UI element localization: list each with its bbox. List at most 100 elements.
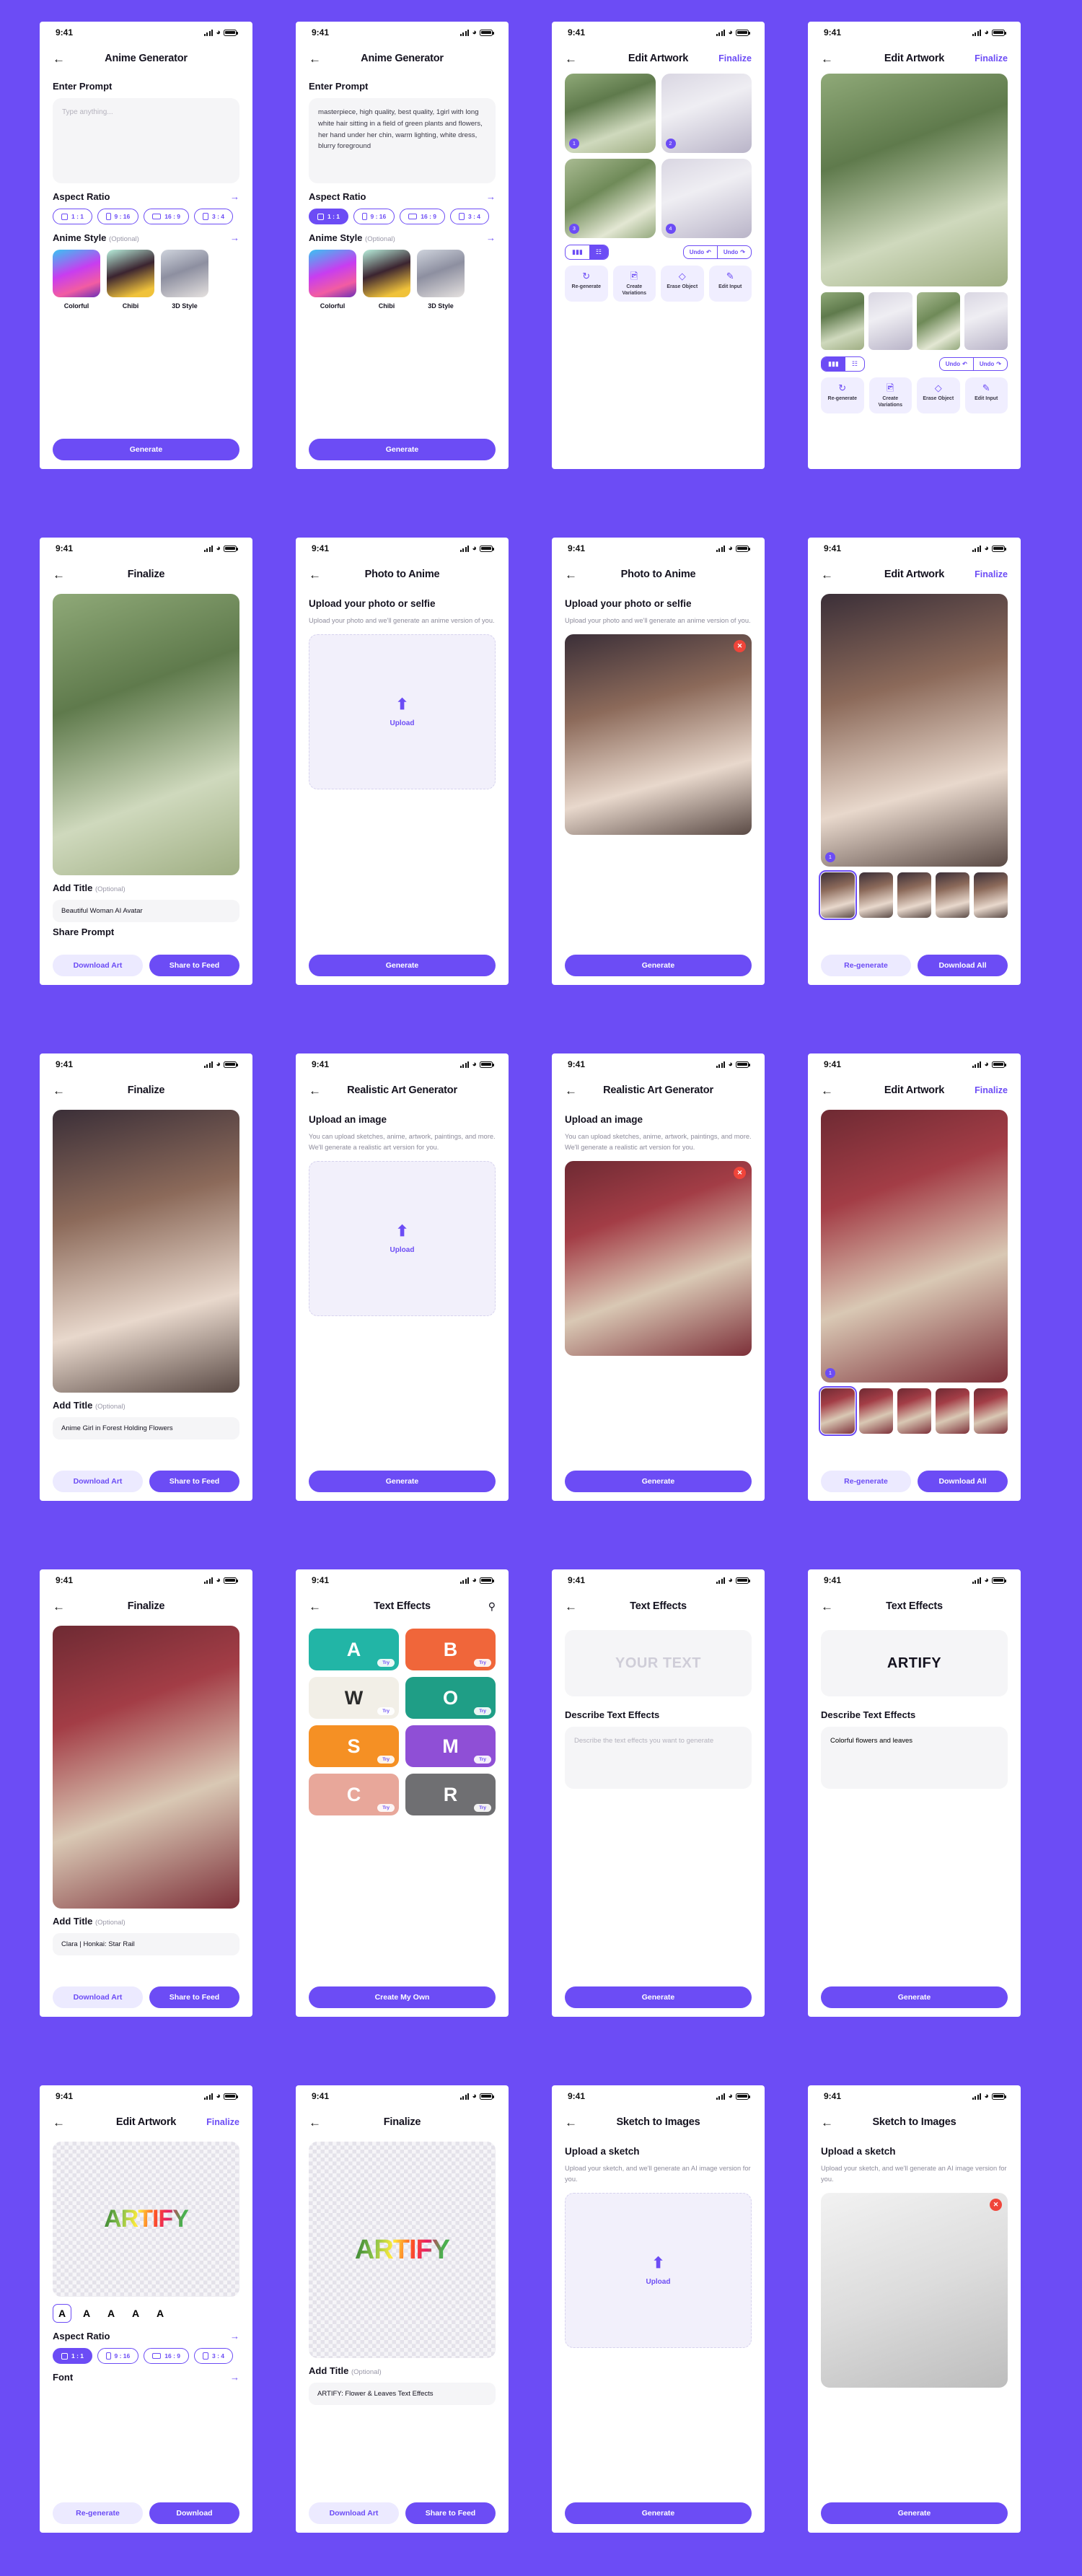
generate-button[interactable]: Generate [565, 955, 752, 976]
create-my-own-button[interactable]: Create My Own [309, 1986, 496, 2008]
finalize-button[interactable]: Finalize [975, 53, 1008, 63]
back-icon[interactable]: ← [821, 53, 833, 65]
try-button[interactable]: Try [377, 1804, 395, 1812]
tool-edit-input[interactable]: ✎ Edit Input [708, 266, 752, 302]
redo-button[interactable]: Undo ↷ [972, 358, 1007, 371]
share-to-feed-button[interactable]: Share to Feed [149, 1986, 239, 2008]
back-icon[interactable]: ← [309, 53, 321, 65]
artwork-preview[interactable] [53, 594, 239, 875]
uploaded-image[interactable]: ✕ [565, 1160, 752, 1356]
describe-input[interactable]: Colorful flowers and leaves [821, 1727, 1008, 1789]
undo-button[interactable]: Undo ↶ [940, 358, 973, 370]
close-icon[interactable]: ✕ [734, 639, 746, 652]
thumb[interactable] [821, 292, 865, 351]
chevron-right-icon[interactable]: → [486, 191, 496, 202]
artwork-preview[interactable] [821, 74, 1008, 286]
close-icon[interactable]: ✕ [990, 2198, 1002, 2211]
thumb[interactable] [859, 1388, 893, 1434]
style-card[interactable]: 3D Style [417, 250, 465, 310]
artwork-tile[interactable]: 1 [565, 74, 656, 153]
text-artwork-preview[interactable]: ARTIFY [309, 2142, 496, 2358]
aspect-chip[interactable]: 3 : 4 [194, 2348, 234, 2364]
effect-card[interactable]: M Try [405, 1725, 496, 1767]
aspect-chip[interactable]: 9 : 16 [97, 2348, 139, 2364]
generate-button[interactable]: Generate [565, 1471, 752, 1492]
finalize-button[interactable]: Finalize [975, 569, 1008, 579]
view-mode-toggle[interactable]: ▮▮▮ ☷ [565, 245, 609, 260]
artwork-tile[interactable]: 2 [661, 74, 752, 153]
upload-dropzone[interactable]: ⬆ Upload [565, 2192, 752, 2348]
tool-erase-object[interactable]: ◇ Erase Object [661, 266, 704, 302]
aspect-chip[interactable]: 9 : 16 [97, 209, 139, 224]
effect-card[interactable]: O Try [405, 1677, 496, 1719]
try-button[interactable]: Try [377, 1659, 395, 1667]
try-button[interactable]: Try [474, 1804, 491, 1812]
chevron-right-icon[interactable]: → [230, 191, 239, 202]
style-card[interactable]: Chibi [107, 250, 154, 310]
generate-button[interactable]: Generate [53, 439, 239, 460]
style-card[interactable]: Colorful [53, 250, 100, 310]
try-button[interactable]: Try [474, 1707, 491, 1715]
back-icon[interactable]: ← [821, 1085, 833, 1097]
share-to-feed-button[interactable]: Share to Feed [149, 955, 239, 976]
download-art-button[interactable]: Download Art [53, 955, 143, 976]
back-icon[interactable]: ← [53, 53, 65, 65]
download-art-button[interactable]: Download Art [309, 2502, 399, 2524]
back-icon[interactable]: ← [53, 1600, 65, 1613]
try-button[interactable]: Try [377, 1707, 395, 1715]
effect-card[interactable]: S Try [309, 1725, 399, 1767]
uploaded-sketch[interactable]: ✕ [821, 2192, 1008, 2388]
tool-erase-object[interactable]: ◇ Erase Object [917, 377, 960, 413]
close-icon[interactable]: ✕ [734, 1166, 746, 1179]
font-chip[interactable]: A [102, 2304, 120, 2323]
tool-regenerate[interactable]: ↻ Re-generate [565, 266, 608, 302]
search-icon[interactable]: ⚲ [488, 1600, 496, 1613]
aspect-chip-selected[interactable]: 1 : 1 [309, 209, 349, 224]
try-button[interactable]: Try [474, 1659, 491, 1667]
artwork-preview[interactable] [53, 1110, 239, 1393]
thumb[interactable] [974, 1388, 1008, 1434]
chevron-right-icon[interactable]: → [230, 232, 239, 243]
aspect-chip[interactable]: 16 : 9 [400, 209, 446, 224]
back-icon[interactable]: ← [565, 1085, 577, 1097]
single-view-icon[interactable]: ▮▮▮ [566, 245, 589, 259]
back-icon[interactable]: ← [821, 2116, 833, 2129]
generate-button[interactable]: Generate [309, 955, 496, 976]
try-button[interactable]: Try [377, 1756, 395, 1764]
upload-dropzone[interactable]: ⬆ Upload [309, 634, 496, 789]
uploaded-photo[interactable]: ✕ [565, 634, 752, 835]
aspect-chip[interactable]: 3 : 4 [194, 209, 234, 224]
re-generate-button[interactable]: Re-generate [53, 2502, 143, 2524]
thumb[interactable] [916, 292, 960, 351]
aspect-chip[interactable]: 3 : 4 [450, 209, 490, 224]
thumb[interactable] [974, 872, 1008, 918]
title-input[interactable]: ARTIFY: Flower & Leaves Text Effects [309, 2383, 496, 2405]
style-card[interactable]: Chibi [363, 250, 410, 310]
finalize-button[interactable]: Finalize [206, 2117, 239, 2127]
aspect-chip[interactable]: 16 : 9 [144, 209, 190, 224]
thumb[interactable] [897, 872, 931, 918]
re-generate-button[interactable]: Re-generate [821, 1471, 911, 1492]
back-icon[interactable]: ← [565, 569, 577, 581]
download-all-button[interactable]: Download All [918, 1471, 1008, 1492]
aspect-chip[interactable]: 9 : 16 [353, 209, 395, 224]
download-art-button[interactable]: Download Art [53, 1471, 143, 1492]
style-card[interactable]: 3D Style [161, 250, 208, 310]
tool-regenerate[interactable]: ↻ Re-generate [821, 377, 864, 413]
effect-card[interactable]: B Try [405, 1629, 496, 1670]
font-chip-selected[interactable]: A [53, 2304, 71, 2323]
back-icon[interactable]: ← [309, 1600, 321, 1613]
artwork-tile[interactable]: 4 [661, 159, 752, 238]
thumb-selected[interactable] [819, 1386, 857, 1436]
thumb[interactable] [897, 1388, 931, 1434]
grid-view-icon[interactable]: ☷ [589, 245, 608, 259]
generate-button[interactable]: Generate [821, 1986, 1008, 2008]
generate-button[interactable]: Generate [309, 439, 496, 460]
font-chip[interactable]: A [126, 2304, 145, 2323]
tool-edit-input[interactable]: ✎ Edit Input [964, 377, 1008, 413]
prompt-input[interactable]: masterpiece, high quality, best quality,… [309, 98, 496, 183]
title-input[interactable]: Beautiful Woman AI Avatar [53, 900, 239, 922]
effect-card[interactable]: A Try [309, 1629, 399, 1670]
grid-view-icon[interactable]: ☷ [845, 357, 864, 371]
finalize-button[interactable]: Finalize [975, 1085, 1008, 1095]
